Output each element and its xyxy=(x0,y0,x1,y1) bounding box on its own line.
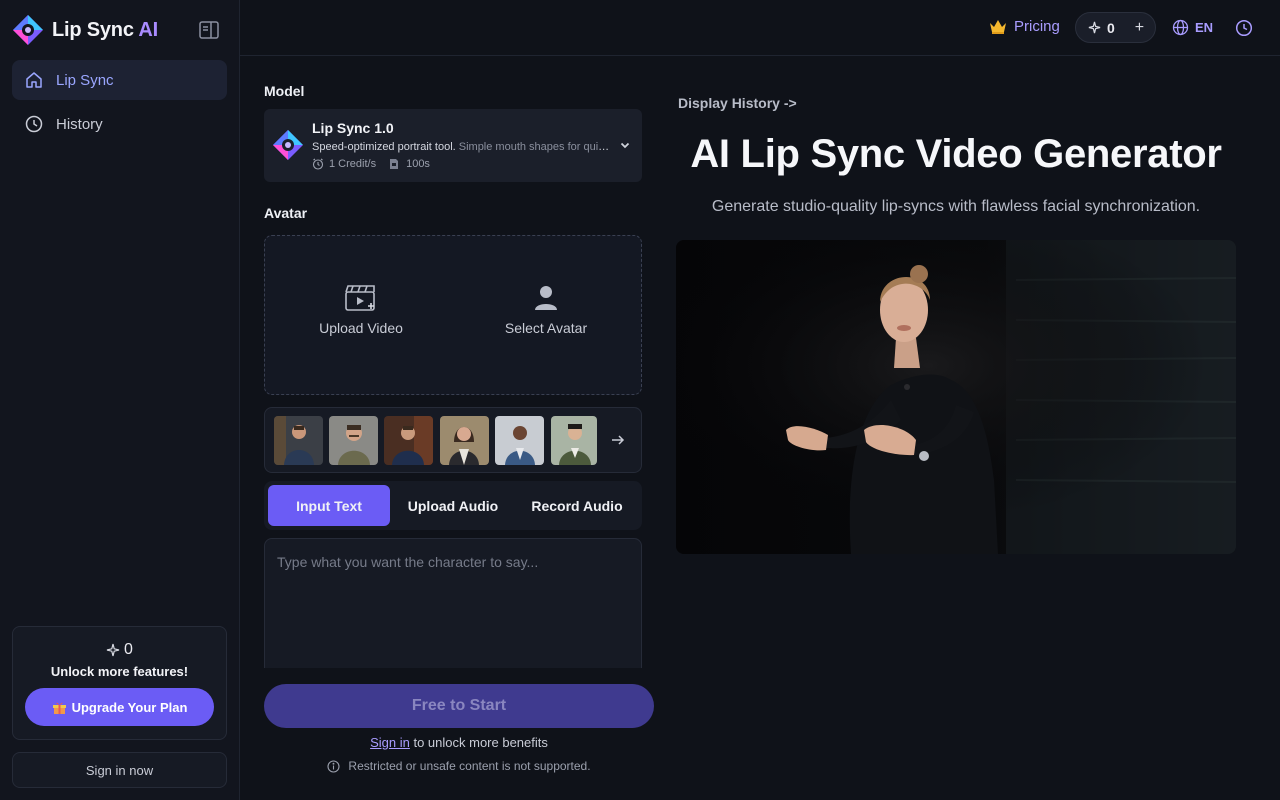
avatar-photo xyxy=(551,416,597,465)
history-clock-icon[interactable] xyxy=(1235,19,1253,37)
upload-video-label: Upload Video xyxy=(319,320,403,336)
unlock-text: Unlock more features! xyxy=(50,664,189,679)
sidebar-item-label: History xyxy=(56,115,103,133)
avatar-photo xyxy=(495,416,544,465)
avatar-thumbnails xyxy=(264,407,642,473)
video-upload-icon xyxy=(345,285,375,311)
logo-icon xyxy=(13,15,43,45)
globe-icon xyxy=(1172,19,1189,36)
sidebar: Lip Sync AI Lip Sync History 0 Unlock mo… xyxy=(0,0,240,800)
model-description: Speed-optimized portrait tool. Simple mo… xyxy=(312,141,612,153)
brand-name: Lip Sync AI xyxy=(52,18,158,41)
crown-icon xyxy=(990,19,1006,34)
avatar-dropzone: Upload Video Select Avatar xyxy=(264,235,642,395)
model-selector[interactable]: Lip Sync 1.0 Speed-optimized portrait to… xyxy=(264,109,642,182)
preview-video[interactable] xyxy=(676,240,1236,554)
avatar-thumbnail[interactable] xyxy=(274,416,323,465)
sparkle-icon xyxy=(1088,21,1101,34)
language-selector[interactable]: EN xyxy=(1172,19,1213,36)
audio-source-tabs: Input Text Upload Audio Record Audio xyxy=(264,481,642,530)
add-credits-button[interactable]: + xyxy=(1135,19,1144,37)
display-history-link[interactable]: Display History -> xyxy=(678,95,797,111)
credits-card: 0 Unlock more features! Upgrade Your Pla… xyxy=(12,626,227,740)
avatar-photo xyxy=(329,416,378,465)
select-avatar-label: Select Avatar xyxy=(504,320,588,336)
upgrade-plan-button[interactable]: Upgrade Your Plan xyxy=(25,688,214,726)
video-file-icon xyxy=(390,159,399,169)
credit-rate: 1 Credit/s xyxy=(329,158,377,170)
sidebar-nav: Lip Sync History xyxy=(12,60,227,148)
model-meta: 1 Credit/s 100s xyxy=(312,158,430,170)
select-avatar-button[interactable]: Select Avatar xyxy=(471,284,621,338)
page-subtitle: Generate studio-quality lip-syncs with f… xyxy=(711,198,1201,215)
credits-value: 0 xyxy=(1107,19,1115,36)
upload-video-button[interactable]: Upload Video xyxy=(286,284,436,338)
model-label: Model xyxy=(264,83,305,99)
sidebar-item-history[interactable]: History xyxy=(12,104,227,144)
home-icon xyxy=(26,72,42,88)
sign-in-now-button[interactable]: Sign in now xyxy=(12,752,227,788)
sparkle-icon xyxy=(106,643,120,657)
avatar-thumbnail[interactable] xyxy=(329,416,378,465)
sign-in-prompt: Sign in to unlock more benefits xyxy=(264,735,654,750)
info-icon xyxy=(327,759,340,773)
clock-icon xyxy=(25,115,43,133)
presenter-image xyxy=(676,240,1236,554)
arrow-right-icon[interactable] xyxy=(609,431,627,449)
sidebar-item-label: Lip Sync xyxy=(56,71,114,89)
max-duration: 100s xyxy=(406,158,430,170)
avatar-label: Avatar xyxy=(264,205,308,221)
free-to-start-button[interactable]: Free to Start xyxy=(264,684,654,728)
user-icon xyxy=(535,286,557,310)
gift-icon xyxy=(52,702,66,714)
alarm-clock-icon xyxy=(312,158,324,170)
tab-input-text[interactable]: Input Text xyxy=(268,485,390,526)
sign-in-suffix: to unlock more benefits xyxy=(409,735,548,750)
credits-count: 0 xyxy=(13,641,226,659)
avatar-photo xyxy=(384,416,433,465)
sign-in-link[interactable]: Sign in xyxy=(370,735,410,750)
script-text-input[interactable] xyxy=(264,538,642,668)
sidebar-collapse-icon[interactable] xyxy=(198,19,220,41)
model-logo-icon xyxy=(273,130,303,160)
brand[interactable]: Lip Sync AI xyxy=(12,14,158,46)
tab-upload-audio[interactable]: Upload Audio xyxy=(392,485,514,526)
chevron-down-icon xyxy=(620,142,630,149)
avatar-thumbnail[interactable] xyxy=(384,416,433,465)
credits-pill: 0 + xyxy=(1075,12,1156,43)
avatar-thumbnail[interactable] xyxy=(551,416,597,465)
pricing-link[interactable]: Pricing xyxy=(989,18,1060,35)
avatar-photo xyxy=(440,416,489,465)
avatar-thumbnail[interactable] xyxy=(440,416,489,465)
sidebar-item-lip-sync[interactable]: Lip Sync xyxy=(12,60,227,100)
model-name: Lip Sync 1.0 xyxy=(312,120,394,136)
top-header: Pricing 0 + EN xyxy=(240,0,1280,56)
tab-record-audio[interactable]: Record Audio xyxy=(516,485,638,526)
content-notice: Restricted or unsafe content is not supp… xyxy=(264,759,654,773)
avatar-thumbnail[interactable] xyxy=(495,416,544,465)
page-title: AI Lip Sync Video Generator xyxy=(690,132,1222,176)
avatar-photo xyxy=(274,416,323,465)
